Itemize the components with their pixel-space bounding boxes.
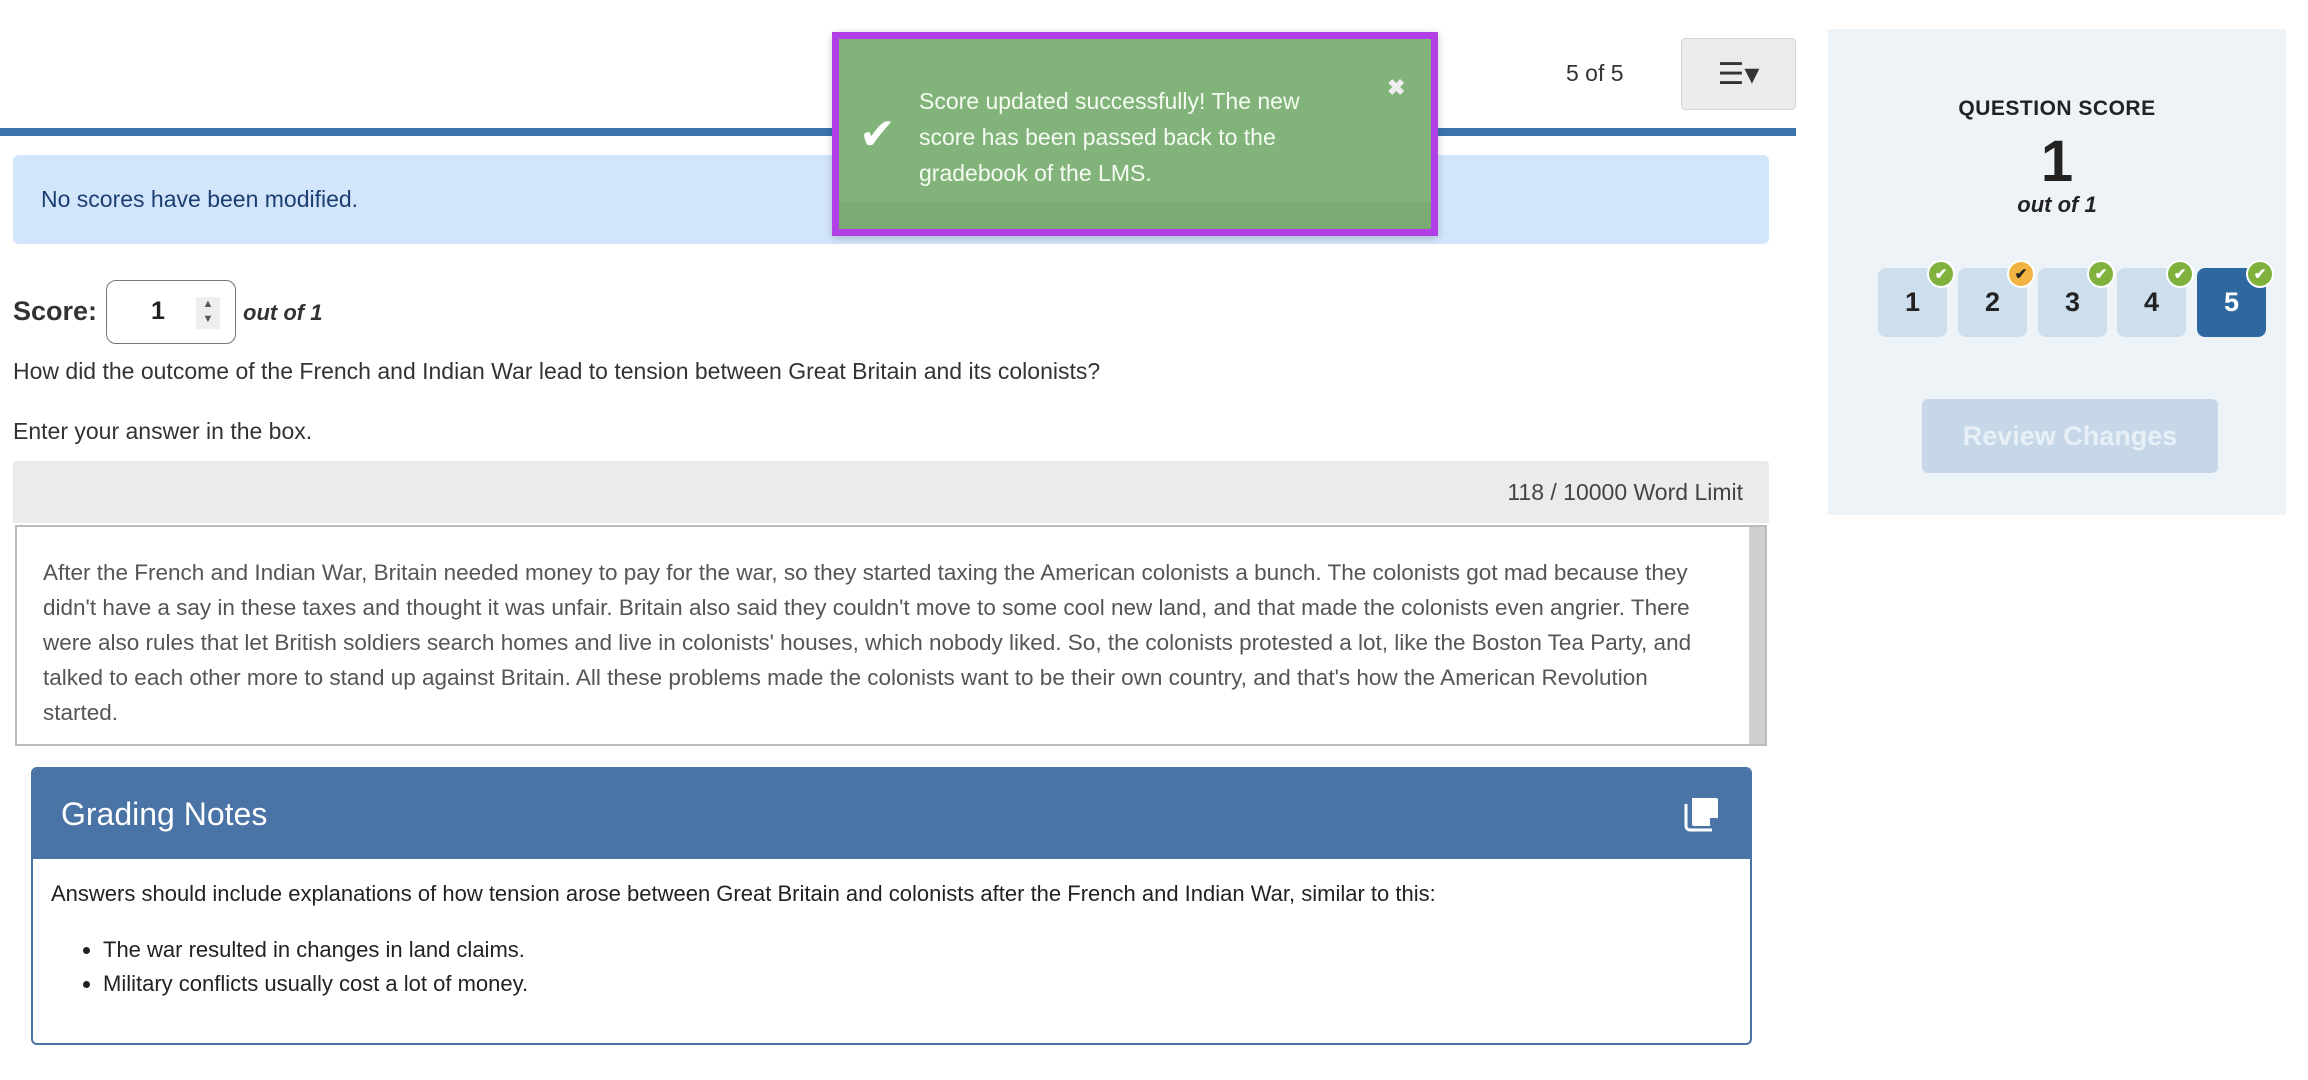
question-instruction: Enter your answer in the box. (13, 418, 313, 444)
score-stepper[interactable]: 1 ▲ ▼ (106, 280, 236, 344)
check-icon: ✔ (1927, 260, 1955, 288)
score-out-of: out of 1 (243, 300, 323, 325)
checkmark-icon: ✔ (859, 110, 896, 159)
score-value[interactable]: 1 (151, 297, 165, 326)
question-text: How did the outcome of the French and In… (13, 358, 1101, 384)
grading-note-bullet: Military conflicts usually cost a lot of… (103, 967, 1732, 1001)
tile-label: 5 (2223, 287, 2240, 317)
review-changes-button[interactable]: Review Changes (1922, 399, 2218, 473)
check-icon: ✔ (2166, 260, 2194, 288)
question-tile-1[interactable]: 1 ✔ (1878, 260, 1955, 337)
grading-notes-header: Grading Notes (33, 769, 1750, 859)
tile-label: 2 (1984, 287, 2001, 317)
answer-text: After the French and Indian War, Britain… (43, 560, 1692, 725)
question-score-out-of: out of 1 (2017, 192, 2097, 217)
grading-notes-panel: Grading Notes Answers should include exp… (31, 767, 1752, 1045)
question-list-menu-button[interactable]: ☰▾ (1681, 38, 1796, 110)
tile-label: 3 (2064, 287, 2081, 317)
grading-notes-body: Answers should include explanations of h… (33, 859, 1750, 1023)
success-toast: ✔ Score updated successfully! The new sc… (832, 32, 1438, 236)
question-score-title: QUESTION SCORE (1958, 97, 2156, 120)
question-tile-3[interactable]: 3 ✔ (2038, 260, 2115, 337)
word-limit-bar: 118 / 10000 Word Limit (13, 461, 1769, 523)
score-label: Score: (13, 296, 98, 326)
check-icon: ✔ (2007, 260, 2035, 288)
check-icon: ✔ (2087, 260, 2115, 288)
list-dropdown-icon: ☰▾ (1717, 57, 1760, 91)
toast-footer (839, 202, 1431, 229)
check-icon: ✔ (2246, 260, 2274, 288)
banner-text: No scores have been modified. (41, 186, 359, 212)
grading-notes-intro: Answers should include explanations of h… (51, 881, 1436, 906)
spinner-arrows-icon[interactable]: ▲ ▼ (196, 297, 220, 329)
question-tile-5[interactable]: 5 ✔ (2197, 260, 2274, 337)
tile-label: 4 (2143, 287, 2160, 317)
grading-notes-title: Grading Notes (61, 795, 268, 832)
tile-label: 1 (1904, 287, 1921, 317)
toast-message: Score updated successfully! The new scor… (919, 88, 1300, 186)
grading-note-bullet: The war resulted in changes in land clai… (103, 933, 1732, 967)
answer-box[interactable]: After the French and Indian War, Britain… (15, 525, 1767, 746)
question-score-value: 1 (2040, 129, 2074, 194)
sticky-note-copy-icon[interactable] (1682, 794, 1722, 834)
word-count: 118 / 10000 Word Limit (1507, 478, 1743, 505)
question-tile-4[interactable]: 4 ✔ (2117, 260, 2194, 337)
close-icon[interactable]: ✖ (1387, 75, 1405, 101)
question-counter: 5 of 5 (1566, 60, 1624, 86)
question-tile-2[interactable]: 2 ✔ (1958, 260, 2035, 337)
scrollbar[interactable] (1749, 527, 1765, 744)
